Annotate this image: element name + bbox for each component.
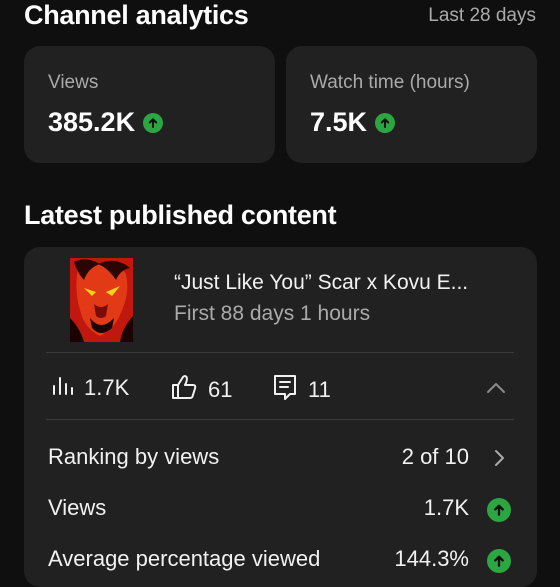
watch-time-label: Watch time (hours) (310, 72, 470, 93)
divider (46, 419, 514, 420)
thumbs-up-icon (170, 373, 198, 407)
bar-chart-icon (50, 373, 74, 403)
scar-thumbnail-image (70, 258, 133, 342)
views-summary-card[interactable]: Views 385.2K (24, 46, 275, 163)
views-count: 1.7K (84, 375, 130, 400)
latest-content-card: “Just Like You” Scar x Kovu E... First 8… (24, 247, 537, 587)
ranking-label: Ranking by views (48, 444, 220, 469)
views-row-label: Views (48, 495, 107, 520)
arrow-up-icon (375, 112, 396, 133)
watch-time-value: 7.5K (310, 107, 396, 138)
video-thumbnail[interactable] (70, 258, 133, 342)
comment-icon (272, 373, 298, 407)
ranking-value: 2 of 10 (401, 444, 469, 469)
comments-stat: 11 (272, 373, 331, 407)
watch-time-summary-card[interactable]: Watch time (hours) 7.5K (286, 46, 537, 163)
views-row: Views 1.7K (24, 486, 537, 532)
page-title: Channel analytics (24, 0, 249, 30)
video-age: First 88 days 1 hours (174, 302, 371, 325)
avg-percentage-row: Average percentage viewed 144.3% (24, 537, 537, 583)
arrow-up-icon (487, 498, 511, 522)
likes-count: 61 (208, 377, 233, 402)
chevron-up-icon[interactable] (485, 377, 507, 404)
avg-percentage-label: Average percentage viewed (48, 546, 321, 571)
views-row-value: 1.7K (423, 495, 469, 520)
views-stat: 1.7K (50, 373, 129, 403)
comments-count: 11 (308, 377, 331, 402)
video-title[interactable]: “Just Like You” Scar x Kovu E... (174, 271, 519, 295)
ranking-row[interactable]: Ranking by views 2 of 10 (24, 435, 537, 481)
views-number: 385.2K (48, 107, 136, 137)
likes-stat: 61 (170, 373, 232, 407)
views-value: 385.2K (48, 107, 164, 138)
date-range-label[interactable]: Last 28 days (428, 5, 536, 27)
watch-time-number: 7.5K (310, 107, 368, 137)
arrow-up-icon (487, 549, 511, 573)
avg-percentage-value: 144.3% (394, 546, 469, 571)
latest-content-title: Latest published content (24, 200, 337, 230)
arrow-up-icon (143, 112, 164, 133)
divider (46, 352, 514, 353)
views-label: Views (48, 72, 99, 93)
chevron-right-icon[interactable] (491, 448, 507, 473)
